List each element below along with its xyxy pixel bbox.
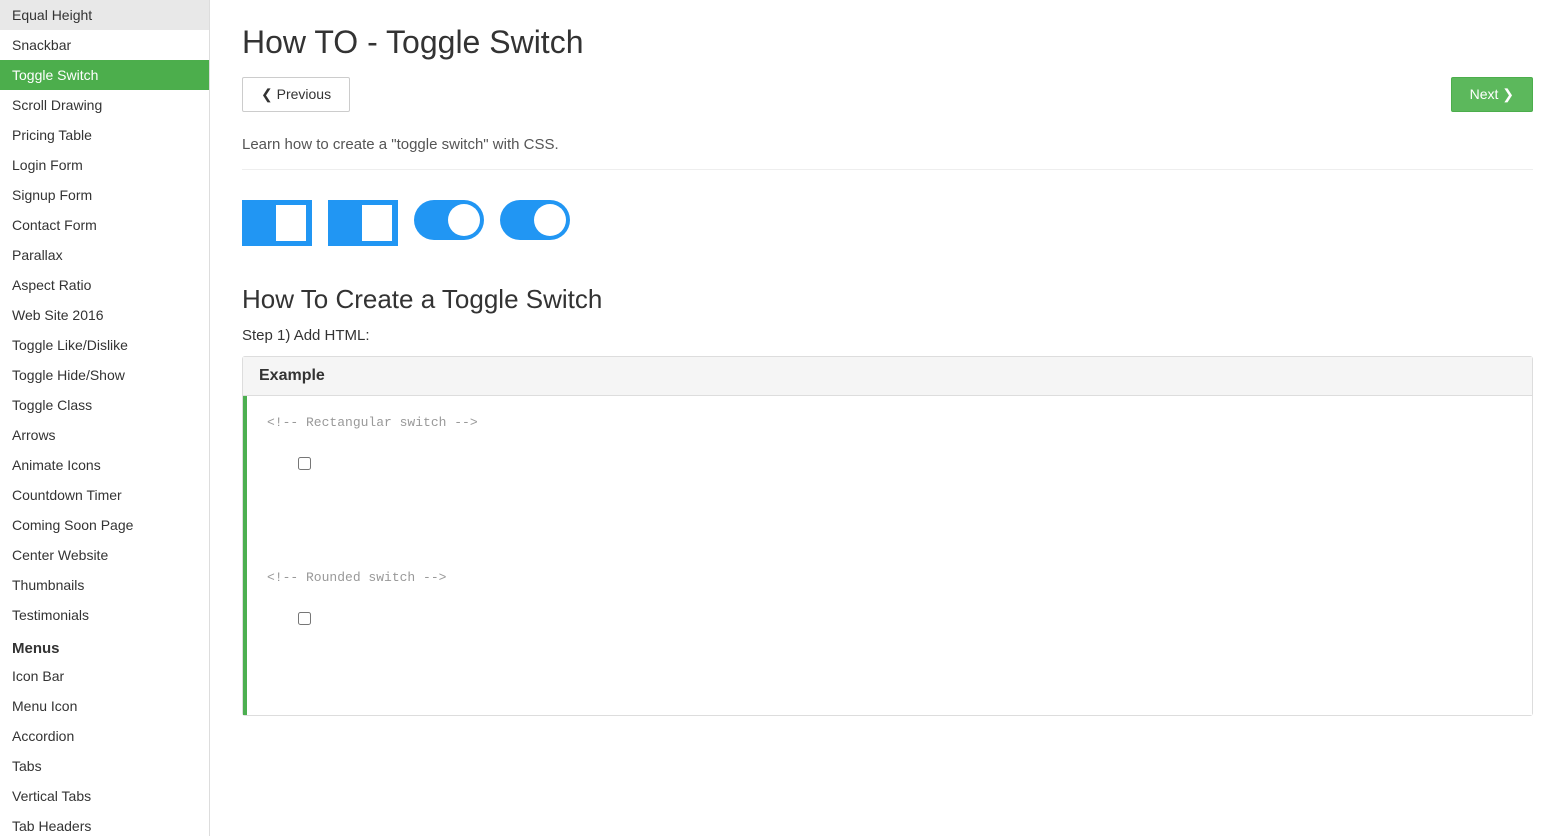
sidebar-item-contact-form[interactable]: Contact Form bbox=[0, 210, 209, 240]
sidebar-item-center-website[interactable]: Center Website bbox=[0, 540, 209, 570]
sidebar-item-animate-icons[interactable]: Animate Icons bbox=[0, 450, 209, 480]
sidebar-item-pricing-table[interactable]: Pricing Table bbox=[0, 120, 209, 150]
description-text: Learn how to create a "toggle switch" wi… bbox=[242, 136, 1533, 170]
toggle-rect-1[interactable] bbox=[242, 200, 312, 246]
code-block: <!-- Rectangular switch --> <!-- Rounded… bbox=[243, 396, 1532, 715]
sidebar-item-tabs[interactable]: Tabs bbox=[0, 751, 209, 781]
sidebar-item-web-site-2016[interactable]: Web Site 2016 bbox=[0, 300, 209, 330]
example-header: Example bbox=[243, 357, 1532, 396]
sidebar-item-tab-headers[interactable]: Tab Headers bbox=[0, 811, 209, 836]
sidebar-menus-list: Icon BarMenu IconAccordionTabsVertical T… bbox=[0, 661, 209, 836]
sidebar-item-aspect-ratio[interactable]: Aspect Ratio bbox=[0, 270, 209, 300]
sidebar-item-icon-bar[interactable]: Icon Bar bbox=[0, 661, 209, 691]
section-title: How To Create a Toggle Switch bbox=[242, 284, 1533, 315]
menus-section-header: Menus bbox=[0, 630, 209, 661]
toggle-round-1[interactable] bbox=[414, 200, 484, 240]
sidebar-item-menu-icon[interactable]: Menu Icon bbox=[0, 691, 209, 721]
step1-label: Step 1) Add HTML: bbox=[242, 327, 1533, 344]
next-button[interactable]: Next ❯ bbox=[1451, 77, 1533, 112]
sidebar-item-toggle-class[interactable]: Toggle Class bbox=[0, 390, 209, 420]
main-content: How TO - Toggle Switch ❮ Previous Next ❯… bbox=[210, 0, 1565, 836]
toggle-rect-2[interactable] bbox=[328, 200, 398, 246]
nav-buttons: ❮ Previous Next ❯ bbox=[242, 77, 1533, 112]
sidebar-item-arrows[interactable]: Arrows bbox=[0, 420, 209, 450]
sidebar-item-testimonials[interactable]: Testimonials bbox=[0, 600, 209, 630]
sidebar-item-accordion[interactable]: Accordion bbox=[0, 721, 209, 751]
sidebar-item-vertical-tabs[interactable]: Vertical Tabs bbox=[0, 781, 209, 811]
sidebar-item-snackbar[interactable]: Snackbar bbox=[0, 30, 209, 60]
sidebar-items-list: Equal HeightSnackbarToggle SwitchScroll … bbox=[0, 0, 209, 630]
page-title: How TO - Toggle Switch bbox=[242, 24, 1533, 61]
sidebar-item-parallax[interactable]: Parallax bbox=[0, 240, 209, 270]
sidebar-item-toggle-like-dislike[interactable]: Toggle Like/Dislike bbox=[0, 330, 209, 360]
sidebar-item-equal-height[interactable]: Equal Height bbox=[0, 0, 209, 30]
example-box: Example <!-- Rectangular switch --> <!--… bbox=[242, 356, 1533, 716]
prev-button[interactable]: ❮ Previous bbox=[242, 77, 350, 112]
sidebar-item-toggle-switch[interactable]: Toggle Switch bbox=[0, 60, 209, 90]
toggle-round-2[interactable] bbox=[500, 200, 570, 240]
sidebar-item-signup-form[interactable]: Signup Form bbox=[0, 180, 209, 210]
sidebar-item-scroll-drawing[interactable]: Scroll Drawing bbox=[0, 90, 209, 120]
sidebar-item-countdown-timer[interactable]: Countdown Timer bbox=[0, 480, 209, 510]
toggle-demo-area bbox=[242, 190, 1533, 256]
sidebar-item-thumbnails[interactable]: Thumbnails bbox=[0, 570, 209, 600]
sidebar-item-coming-soon-page[interactable]: Coming Soon Page bbox=[0, 510, 209, 540]
sidebar-item-login-form[interactable]: Login Form bbox=[0, 150, 209, 180]
sidebar-item-toggle-hide-show[interactable]: Toggle Hide/Show bbox=[0, 360, 209, 390]
sidebar: Equal HeightSnackbarToggle SwitchScroll … bbox=[0, 0, 210, 836]
